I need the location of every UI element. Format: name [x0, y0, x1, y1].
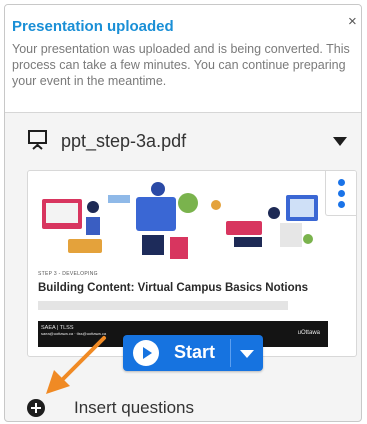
- notification-message: Your presentation was uploaded and is be…: [12, 42, 350, 88]
- slide-preview-card[interactable]: STEP 3 - DEVELOPING Building Content: Vi…: [27, 170, 357, 357]
- slide-step-label: STEP 3 - DEVELOPING: [38, 271, 98, 277]
- notification-title: Presentation uploaded: [12, 18, 174, 35]
- insert-questions-label: Insert questions: [74, 398, 195, 417]
- file-name: ppt_step-3a.pdf: [61, 131, 187, 151]
- start-split-button: Start: [123, 335, 263, 371]
- slide-illustration: [42, 182, 318, 259]
- slide-footer-left: SAEA | TLSS saea@uottawa.ca · tlss@uotta…: [41, 325, 106, 337]
- start-button[interactable]: Start: [123, 335, 229, 371]
- slide-title: Building Content: Virtual Campus Basics …: [38, 282, 309, 294]
- file-header: ppt_step-3a.pdf: [5, 121, 361, 163]
- presentation-panel: Presentation uploaded × Your presentatio…: [4, 4, 362, 422]
- caret-down-icon[interactable]: [333, 137, 347, 146]
- plus-circle-icon: [27, 399, 45, 417]
- close-icon[interactable]: ×: [348, 14, 357, 29]
- slide-subtitle-bar: [38, 301, 288, 310]
- slide-thumbnail: STEP 3 - DEVELOPING Building Content: Vi…: [38, 177, 328, 347]
- start-label: Start: [174, 342, 216, 362]
- insert-questions-button[interactable]: Insert questions: [5, 389, 361, 421]
- kebab-menu-icon[interactable]: [325, 171, 356, 216]
- play-icon: [133, 340, 159, 366]
- slide-footer-contact: saea@uottawa.ca · tlss@uottawa.ca: [41, 331, 107, 336]
- caret-down-icon[interactable]: [231, 335, 263, 371]
- presentation-screen-icon: [28, 130, 47, 150]
- upload-notification: Presentation uploaded × Your presentatio…: [5, 5, 361, 113]
- slide-footer-logo: uOttawa: [297, 330, 320, 336]
